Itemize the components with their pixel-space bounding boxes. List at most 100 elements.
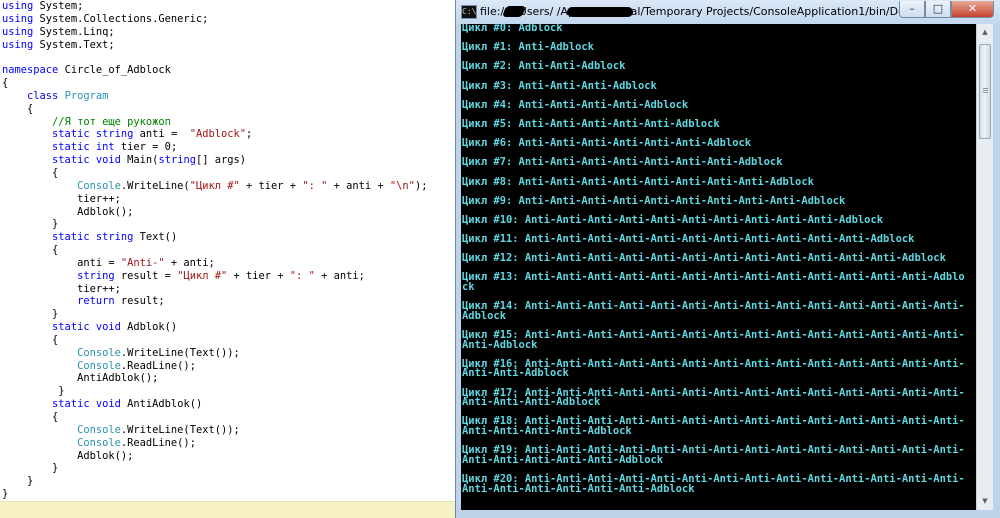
code-token: + anti; [314, 269, 365, 282]
code-token: [] args) [195, 154, 247, 167]
code-token: System; [33, 0, 84, 12]
code-line: using System.Text; [2, 39, 427, 52]
console-output[interactable]: Цикл #0: Adblock Цикл #1: Anti-Adblock Цик… [461, 24, 976, 510]
console-line: Adblock [462, 309, 506, 322]
code-token: Adblok() [120, 321, 178, 334]
code-line: Console.WriteLine(Text()); [2, 347, 427, 360]
code-token: AntiAdblok() [120, 398, 203, 411]
console-line: Цикл #3: Anti-Anti-Anti-Adblock [462, 79, 657, 92]
console-line: Цикл #2: Anti-Anti-Adblock [462, 60, 626, 73]
code-line: using System.Collections.Generic; [2, 13, 427, 26]
console-vertical-scrollbar[interactable]: ▲ ▼ [976, 24, 993, 510]
code-token: + anti; [164, 256, 215, 269]
code-line: tier++; [2, 283, 427, 296]
scrollbar-thumb[interactable] [979, 44, 991, 139]
code-token: ; [246, 128, 253, 141]
console-line: Цикл #4: Anti-Anti-Anti-Anti-Adblock [462, 98, 689, 111]
console-titlebar[interactable]: C:\ file:/// /Users/ /AppData/Local/Temp… [456, 0, 1000, 24]
console-line: Цикл #6: Anti-Anti-Anti-Anti-Anti-Anti-A… [462, 137, 752, 150]
maximize-button[interactable]: □ [925, 1, 951, 18]
code-token: Console [77, 359, 121, 372]
code-token: Text() [133, 231, 178, 244]
code-line: static string anti = "Adblock"; [2, 128, 427, 141]
code-line: static int tier = 0; [2, 141, 427, 154]
console-window[interactable]: C:\ file:/// /Users/ /AppData/Local/Temp… [455, 0, 1000, 518]
code-line: AntiAdblok(); [2, 372, 427, 385]
code-text-area[interactable]: using System; using System.Collections.Ge… [2, 0, 427, 501]
console-line: Цикл #14: Anti-Anti-Anti-Anti-Anti-Anti-… [462, 300, 965, 313]
code-token: return [77, 295, 115, 308]
code-line: } [2, 385, 427, 398]
code-token: ": " [302, 179, 328, 192]
code-token: void [95, 321, 121, 334]
console-output-text: Цикл #0: Adblock Цикл #1: Anti-Adblock Цик… [462, 24, 965, 494]
code-token: using [2, 12, 34, 25]
code-line: } [2, 475, 427, 488]
code-token: void [95, 154, 121, 167]
code-token: .WriteLine(Text()); [120, 346, 240, 359]
code-token: } [2, 385, 65, 398]
editor-horizontal-scroll-area [0, 501, 455, 518]
code-line: } [2, 308, 427, 321]
code-line: tier++; [2, 193, 427, 206]
code-token: string [77, 269, 115, 282]
code-editor[interactable]: using System; using System.Collections.Ge… [0, 0, 455, 518]
console-line: Anti-Adblock [462, 338, 538, 351]
scroll-up-arrow-icon[interactable]: ▲ [977, 24, 993, 41]
code-token: string [158, 154, 196, 167]
close-button[interactable]: ✕ [951, 1, 994, 18]
code-line: //Я тот еще рукожоп [2, 116, 427, 129]
code-token: System.Text; [33, 38, 115, 51]
code-token: AntiAdblok(); [2, 372, 159, 385]
console-app-icon[interactable]: C:\ [461, 5, 477, 19]
code-token: Adblok(); [2, 449, 134, 462]
console-window-title: file:/// /Users/ /AppData/Local/Temporar… [480, 5, 900, 18]
code-token: { [2, 102, 34, 115]
code-token: .ReadLine(); [120, 436, 196, 449]
code-token: Circle_of_Adblock [58, 64, 171, 77]
code-line: class Program [2, 90, 427, 103]
code-token: Console [77, 179, 121, 192]
code-token: static [52, 321, 90, 334]
code-token: System.Collections.Generic; [33, 12, 209, 25]
code-token: tier++; [2, 282, 121, 295]
code-token: tier = 0; [114, 141, 178, 154]
code-token: } [2, 308, 59, 321]
code-token: Console [77, 423, 121, 436]
code-token: using [2, 25, 34, 38]
code-line: static void AntiAdblok() [2, 398, 427, 411]
minimize-button[interactable]: – [899, 1, 925, 18]
scroll-down-arrow-icon[interactable]: ▼ [977, 493, 993, 510]
code-token: void [95, 398, 121, 411]
code-token: tier++; [2, 192, 121, 205]
code-token: } [2, 462, 59, 475]
code-line: Console.WriteLine("Цикл #" + tier + ": "… [2, 180, 427, 193]
code-line: } [2, 488, 427, 501]
code-token: + tier + [239, 179, 303, 192]
code-line: { [2, 334, 427, 347]
code-token: static [52, 398, 90, 411]
redaction-mark [567, 7, 633, 17]
console-line: Anti-Anti-Anti-Anti-Adblock [462, 424, 632, 437]
console-line: Anti-Anti-Anti-Anti-Anti-Adblock [462, 453, 664, 466]
window-controls: – □ ✕ [899, 1, 994, 19]
code-token: "Цикл #" [177, 269, 228, 282]
code-token: + tier + [227, 269, 290, 282]
console-line: Цикл #1: Anti-Adblock [462, 41, 594, 54]
code-line: Console.WriteLine(Text()); [2, 424, 427, 437]
console-line: Цикл #0: Adblock [462, 24, 563, 34]
console-line: Цикл #5: Anti-Anti-Anti-Anti-Anti-Adbloc… [462, 117, 720, 130]
code-token: { [2, 77, 9, 90]
code-token: + anti + [327, 179, 390, 192]
code-line: Console.ReadLine(); [2, 437, 427, 450]
console-line: Цикл #13: Anti-Anti-Anti-Anti-Anti-Anti-… [462, 271, 965, 284]
code-token: Program [64, 89, 109, 102]
